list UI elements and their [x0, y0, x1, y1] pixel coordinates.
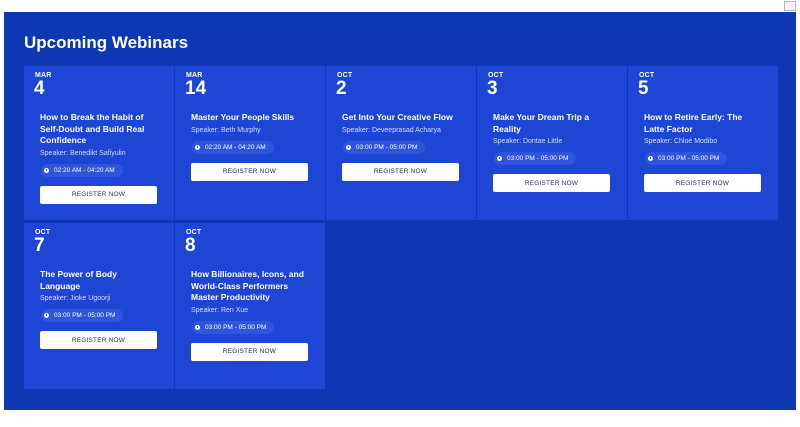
time-label: 03:00 PM - 05:00 PM	[205, 323, 267, 331]
register-button[interactable]: REGISTER NOW	[644, 174, 761, 192]
register-button[interactable]: REGISTER NOW	[342, 162, 459, 181]
webinar-speaker: Speaker: Jioke Ugoorji	[40, 295, 111, 302]
webinar-card: MAR 4 How to Break the Habit of Self-Dou…	[24, 66, 174, 220]
time-badge: 02:20 AM - 04:20 AM	[41, 163, 123, 177]
time-badge: 03:00 PM - 05:00 PM	[41, 309, 124, 322]
clock-icon	[648, 156, 653, 161]
webinar-card: OCT 3 Make Your Dream Trip a Reality Spe…	[477, 66, 627, 220]
time-badge: 02:20 AM - 04:20 AM	[192, 140, 274, 154]
webinar-speaker: Speaker: Ren Xue	[191, 306, 249, 314]
webinar-card: OCT 8 How Billionaires, Icons, and World…	[175, 223, 325, 389]
time-label: 03:00 PM - 05:00 PM	[356, 143, 418, 151]
clock-icon	[497, 156, 502, 161]
page-title: Upcoming Webinars	[24, 33, 189, 52]
webinar-card: MAR 14 Master Your People Skills Speaker…	[175, 66, 325, 220]
webinar-speaker: Speaker: Dontae Little	[493, 138, 563, 145]
clock-icon	[346, 144, 351, 150]
webinar-title: Get Into Your Creative Flow	[342, 112, 453, 122]
time-label: 02:20 AM - 04:20 AM	[54, 166, 115, 174]
date-day: 3	[487, 78, 498, 99]
webinar-title: Make Your Dream Trip a Reality	[493, 112, 590, 134]
time-badge: 03:00 PM - 05:00 PM	[192, 320, 275, 334]
webinar-speaker: Speaker: Deveeprasad Acharya	[342, 126, 441, 134]
webinar-title: How Billionaires, Icons, and World-Class…	[191, 269, 304, 302]
webinar-title: The Power of Body Language	[40, 269, 117, 291]
webinar-speaker: Speaker: Beth Murphy	[191, 126, 261, 134]
register-button[interactable]: REGISTER NOW	[40, 185, 157, 204]
webinar-speaker: Speaker: Chloé Modibo	[644, 138, 718, 145]
date-day: 14	[185, 78, 207, 99]
register-button[interactable]: REGISTER NOW	[40, 331, 157, 349]
webinar-card: OCT 7 The Power of Body Language Speaker…	[24, 223, 174, 389]
time-label: 03:00 PM - 05:00 PM	[507, 155, 569, 162]
date-day: 4	[34, 78, 45, 99]
clock-icon	[44, 167, 49, 173]
time-badge: 03:00 PM - 05:00 PM	[494, 152, 577, 165]
clock-icon	[195, 324, 200, 330]
webinar-card: OCT 5 How to Retire Early: The Latte Fac…	[628, 66, 778, 220]
webinar-title: How to Break the Habit of Self-Doubt and…	[40, 112, 145, 145]
register-button[interactable]: REGISTER NOW	[191, 342, 308, 361]
webinar-card: OCT 2 Get Into Your Creative Flow Speake…	[326, 66, 476, 220]
date-day: 5	[638, 78, 649, 99]
webinar-title: How to Retire Early: The Latte Factor	[644, 112, 743, 134]
time-label: 02:20 AM - 04:20 AM	[205, 143, 266, 151]
clock-icon	[44, 313, 49, 318]
time-label: 03:00 PM - 05:00 PM	[658, 155, 720, 162]
webinar-title: Master Your People Skills	[191, 112, 295, 122]
time-badge: 03:00 PM - 05:00 PM	[645, 152, 728, 165]
date-day: 7	[34, 235, 45, 256]
time-badge: 03:00 PM - 05:00 PM	[343, 140, 426, 154]
time-label: 03:00 PM - 05:00 PM	[54, 312, 116, 319]
clock-icon	[195, 144, 200, 150]
webinar-speaker: Speaker: Benedikt Safiyulin	[40, 149, 126, 157]
date-day: 8	[185, 235, 196, 256]
date-day: 2	[336, 78, 347, 99]
register-button[interactable]: REGISTER NOW	[191, 162, 308, 181]
window-resize-handle[interactable]	[784, 1, 796, 11]
register-button[interactable]: REGISTER NOW	[493, 174, 610, 192]
